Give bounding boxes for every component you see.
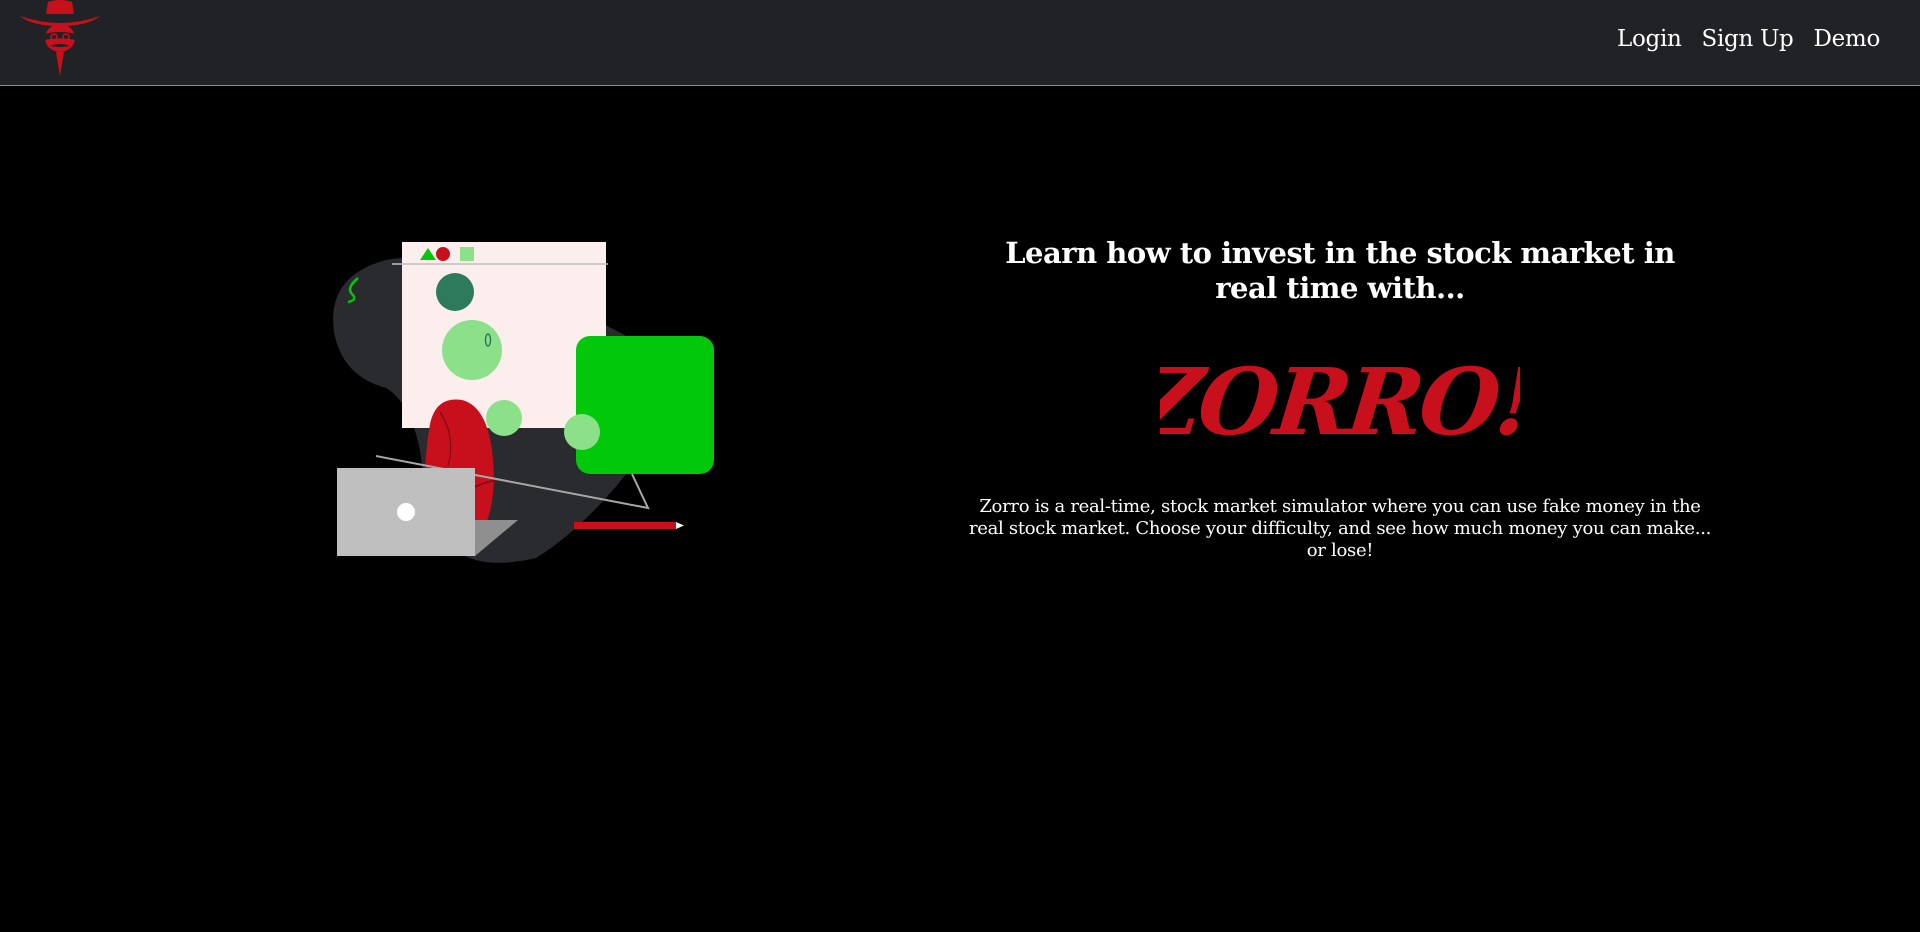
hero-text-block: Learn how to invest in the stock market … <box>960 236 1720 562</box>
nav-links: Login Sign Up Demo <box>1617 26 1880 52</box>
hero-description: Zorro is a real-time, stock market simul… <box>968 496 1712 561</box>
sign-up-link[interactable]: Sign Up <box>1702 26 1794 52</box>
zorro-logo-icon[interactable] <box>18 0 102 78</box>
login-link[interactable]: Login <box>1617 26 1682 52</box>
hero-headline: Learn how to invest in the stock market … <box>1005 236 1675 305</box>
svg-text:ZORRO!: ZORRO! <box>1160 347 1520 456</box>
zorro-brand-wordmark: ZORRO! <box>1160 347 1520 456</box>
top-navbar: Login Sign Up Demo <box>0 0 1920 86</box>
demo-link[interactable]: Demo <box>1813 26 1880 52</box>
person-at-laptop-illustration <box>333 242 714 563</box>
